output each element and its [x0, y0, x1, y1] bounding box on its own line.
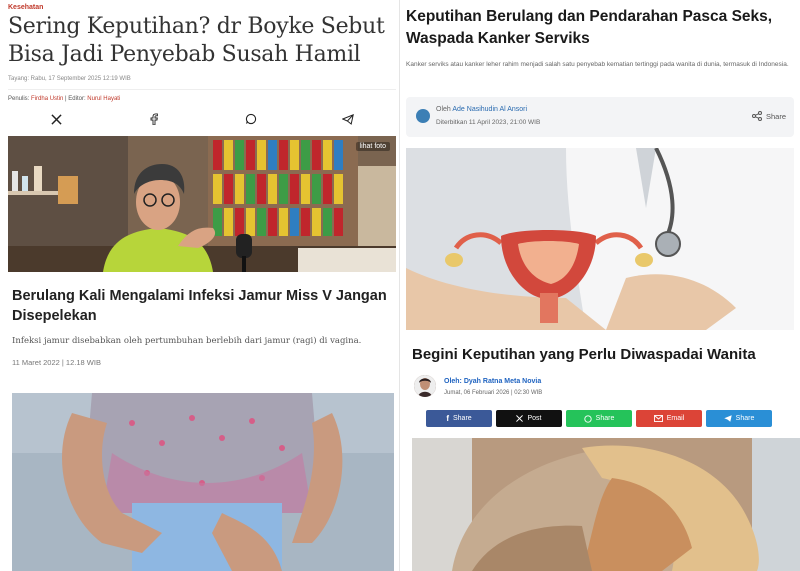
- share-button[interactable]: Share: [751, 111, 786, 121]
- button-label: Post: [527, 415, 542, 422]
- article-photo-sitting-woman[interactable]: [412, 438, 800, 571]
- facebook-icon[interactable]: [144, 109, 164, 129]
- article-photo-uterus[interactable]: [406, 148, 794, 330]
- whatsapp-icon: [584, 414, 592, 423]
- article-photo-doctor[interactable]: lihat foto: [8, 136, 396, 272]
- sitting-woman-illustration: [412, 438, 800, 571]
- x-icon[interactable]: [47, 109, 67, 129]
- related-article-summary: Infeksi jamur disebabkan oleh pertumbuha…: [12, 336, 362, 346]
- button-label: Email: [666, 415, 685, 422]
- article-title[interactable]: Keputihan Berulang dan Pendarahan Pasca …: [406, 6, 796, 50]
- by-prefix: Oleh: [436, 106, 451, 113]
- article-summary: Kanker serviks atau kanker leher rahim m…: [406, 61, 789, 68]
- share-label: Share: [765, 111, 786, 121]
- telegram-share-button[interactable]: Share: [706, 410, 772, 427]
- author-link[interactable]: Ade Nasihudin Al Ansori: [452, 106, 527, 113]
- category-label[interactable]: Kesehatan: [8, 4, 43, 11]
- byline: Penulis: Firdha Ustin | Editor: Nurul Ha…: [8, 96, 120, 102]
- byline: Oleh Ade Nasihudin Al Ansori: [436, 106, 527, 113]
- author-link[interactable]: Firdha Ustin: [31, 96, 63, 102]
- right-panel: Keputihan Berulang dan Pendarahan Pasca …: [400, 0, 800, 571]
- whatsapp-icon[interactable]: [241, 109, 261, 129]
- telegram-icon[interactable]: [338, 109, 358, 129]
- x-icon: [516, 415, 524, 422]
- button-label: Share: [452, 415, 472, 422]
- share-buttons: f Share Post Share Email Share: [426, 410, 772, 427]
- author-card: Oleh Ade Nasihudin Al Ansori Diterbitkan…: [406, 97, 794, 137]
- share-icon: [751, 111, 762, 121]
- publish-date: Jumat, 06 Februari 2026 | 02:30 WIB: [444, 390, 543, 396]
- button-label: Share: [735, 415, 755, 422]
- left-panel: Kesehatan Sering Keputihan? dr Boyke Seb…: [0, 0, 400, 571]
- uterus-model-illustration: [406, 148, 794, 330]
- divider: [8, 89, 396, 90]
- facebook-icon: f: [446, 414, 449, 423]
- x-post-button[interactable]: Post: [496, 410, 562, 427]
- telegram-icon: [723, 415, 732, 422]
- woman-illustration: [12, 393, 394, 571]
- author-link[interactable]: Oleh: Dyah Ratna Meta Novia: [444, 378, 541, 385]
- avatar[interactable]: [414, 375, 436, 397]
- whatsapp-share-button[interactable]: Share: [566, 410, 632, 427]
- email-icon: [653, 415, 663, 422]
- avatar[interactable]: [416, 109, 430, 123]
- article-title[interactable]: Begini Keputihan yang Perlu Diwaspadai W…: [412, 346, 796, 363]
- related-article-title[interactable]: Berulang Kali Mengalami Infeksi Jamur Mi…: [12, 286, 392, 326]
- doctor-illustration: [8, 136, 396, 272]
- related-article-date: 11 Maret 2022 | 12.18 WIB: [12, 358, 101, 367]
- share-bar: [8, 107, 396, 131]
- article-photo-woman[interactable]: [12, 393, 394, 571]
- editor-link[interactable]: Nurul Hayati: [87, 96, 120, 102]
- publish-date: Diterbitkan 11 April 2023, 21:00 WIB: [436, 119, 541, 126]
- author-photo: [414, 375, 436, 397]
- view-photo-link[interactable]: lihat foto: [355, 142, 390, 151]
- button-label: Share: [595, 415, 615, 422]
- facebook-share-button[interactable]: f Share: [426, 410, 492, 427]
- publish-date: Tayang: Rabu, 17 September 2025 12:19 WI…: [8, 76, 131, 82]
- article-title[interactable]: Sering Keputihan? dr Boyke Sebut Bisa Ja…: [8, 13, 396, 69]
- editor-prefix: | Editor:: [65, 96, 86, 102]
- author-prefix: Penulis:: [8, 96, 30, 102]
- email-share-button[interactable]: Email: [636, 410, 702, 427]
